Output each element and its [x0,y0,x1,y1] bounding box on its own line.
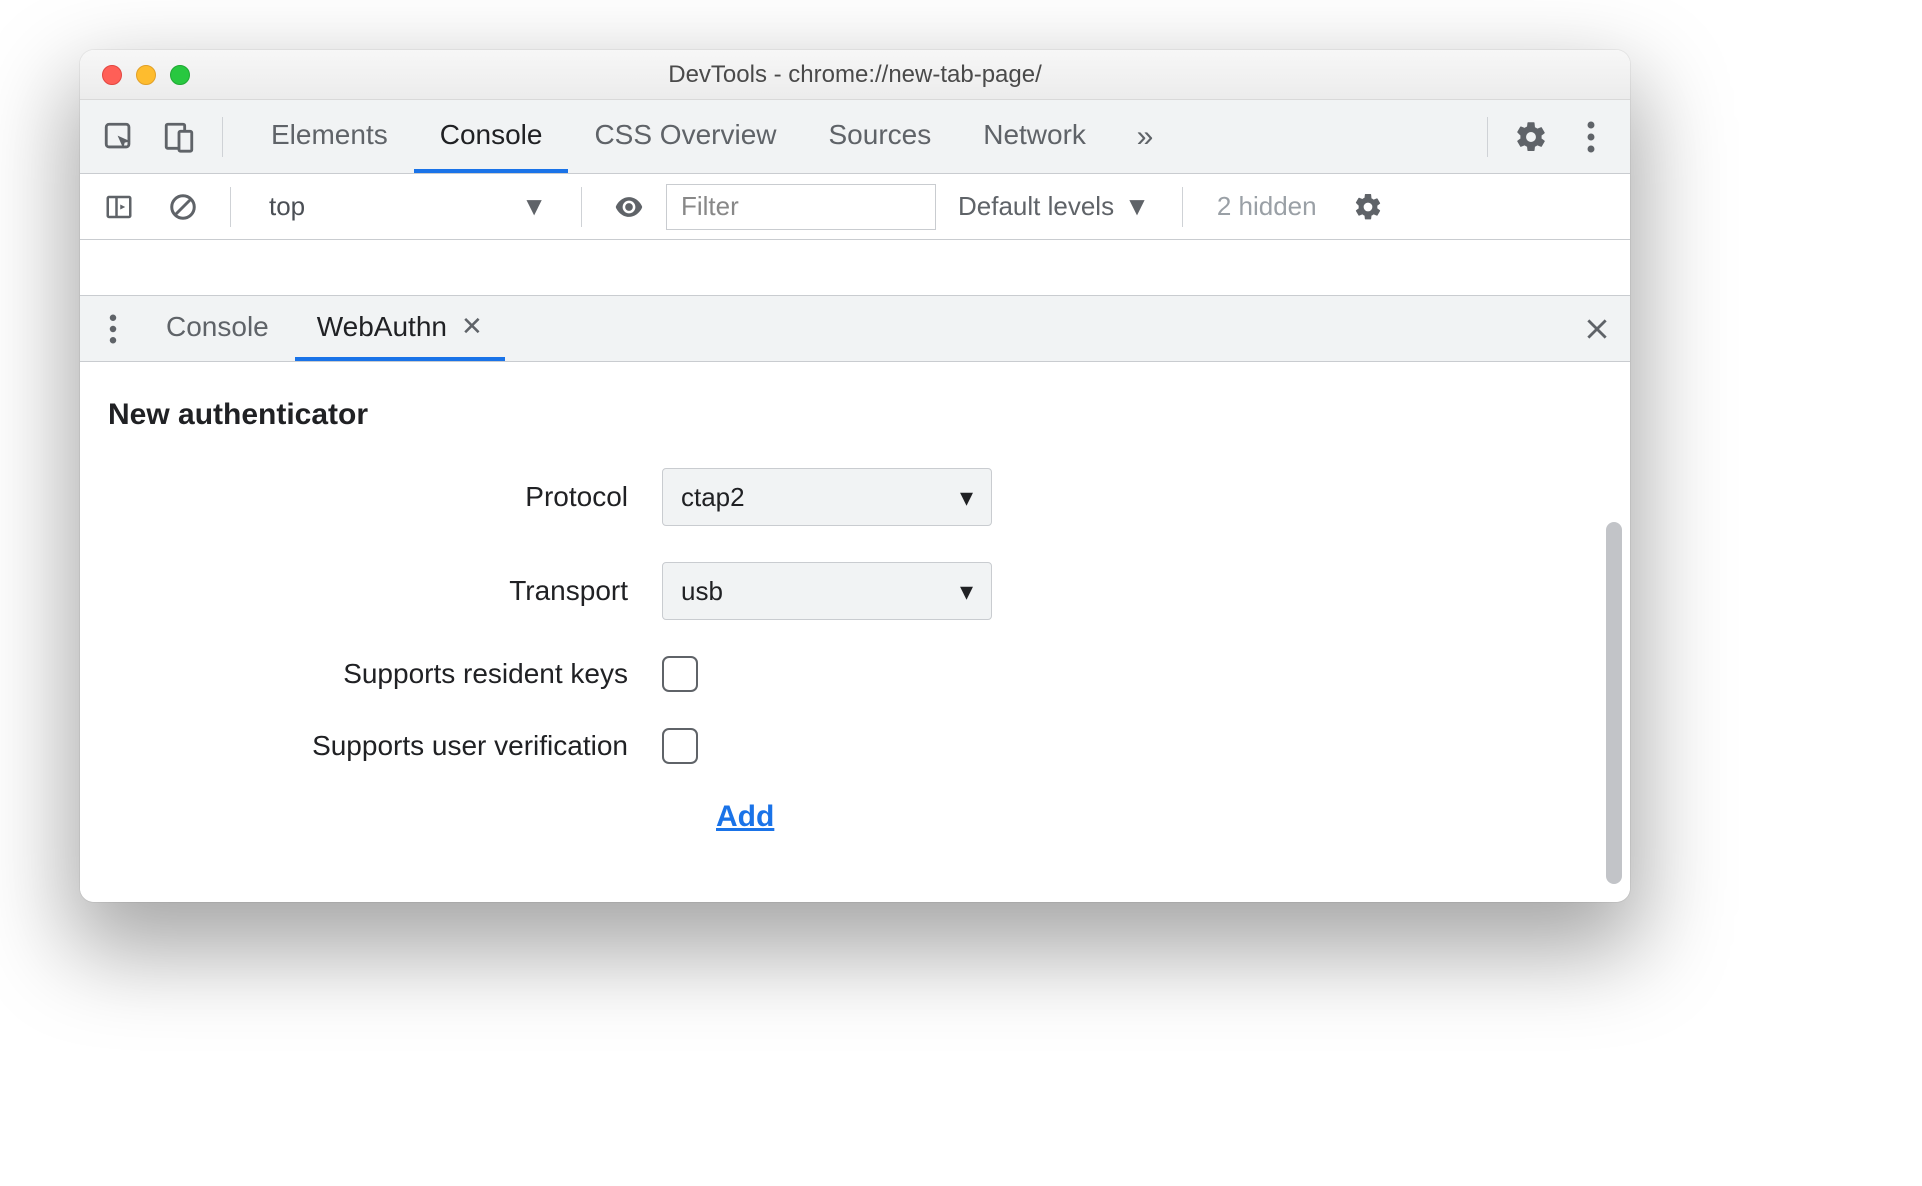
log-levels-label: Default levels [958,191,1114,222]
toolbar-divider [1487,117,1488,157]
devtools-main-toolbar: Elements Console CSS Overview Sources Ne… [80,100,1630,174]
traffic-lights [102,65,190,85]
chevron-down-icon: ▼ [1124,191,1150,222]
vertical-scrollbar[interactable] [1604,362,1624,884]
minimize-window-button[interactable] [136,65,156,85]
zoom-window-button[interactable] [170,65,190,85]
toolbar-divider [230,187,231,227]
drawer-tab-label: WebAuthn [317,311,447,343]
inspect-element-icon[interactable] [92,110,146,164]
console-settings-gear-icon[interactable] [1341,180,1395,234]
resident-keys-label: Supports resident keys [108,658,628,690]
chevron-down-icon: ▼ [521,191,547,222]
toolbar-divider [581,187,582,227]
tab-sources[interactable]: Sources [803,100,958,173]
device-toggle-icon[interactable] [152,110,206,164]
webauthn-panel: New authenticator Protocol ctap2 ▾ Trans… [80,362,1630,902]
user-verification-row: Supports user verification [108,728,1602,764]
close-drawer-icon[interactable] [1570,302,1624,356]
protocol-value: ctap2 [681,482,745,513]
hidden-messages-count[interactable]: 2 hidden [1203,191,1331,222]
drawer-tab-webauthn[interactable]: WebAuthn ✕ [295,296,505,361]
devtools-window: DevTools - chrome://new-tab-page/ Elemen… [80,50,1630,902]
new-authenticator-form: Protocol ctap2 ▾ Transport usb ▾ Support… [108,468,1602,834]
drawer-tabbar: Console WebAuthn ✕ [80,296,1630,362]
execution-context-label: top [269,191,305,222]
toolbar-divider [1182,187,1183,227]
scrollbar-thumb[interactable] [1606,522,1622,884]
transport-select[interactable]: usb ▾ [662,562,992,620]
tab-network[interactable]: Network [957,100,1112,173]
close-tab-icon[interactable]: ✕ [461,311,483,342]
console-sidebar-toggle-icon[interactable] [92,180,146,234]
drawer-tab-console[interactable]: Console [144,296,291,361]
tab-console[interactable]: Console [414,100,569,173]
transport-row: Transport usb ▾ [108,562,1602,620]
titlebar: DevTools - chrome://new-tab-page/ [80,50,1630,100]
console-output-area [80,240,1630,296]
add-row: Add [108,800,1602,834]
main-tabstrip: Elements Console CSS Overview Sources Ne… [245,100,1112,173]
more-tabs-button[interactable]: » [1118,110,1172,164]
console-toolbar: top ▼ Default levels ▼ 2 hidden [80,174,1630,240]
close-window-button[interactable] [102,65,122,85]
add-authenticator-button[interactable]: Add [716,800,774,834]
user-verification-label: Supports user verification [108,730,628,762]
drawer-tab-label: Console [166,311,269,343]
window-title: DevTools - chrome://new-tab-page/ [80,61,1630,89]
user-verification-checkbox[interactable] [662,728,698,764]
section-title: New authenticator [108,398,1602,432]
resident-keys-row: Supports resident keys [108,656,1602,692]
live-expression-icon[interactable] [602,180,656,234]
drawer-kebab-menu-icon[interactable] [86,302,140,356]
clear-console-icon[interactable] [156,180,210,234]
console-filter-input[interactable] [666,184,936,230]
resident-keys-checkbox[interactable] [662,656,698,692]
protocol-label: Protocol [108,481,628,513]
chevron-down-icon: ▾ [960,482,973,513]
kebab-menu-icon[interactable] [1564,110,1618,164]
chevron-down-icon: ▾ [960,576,973,607]
protocol-row: Protocol ctap2 ▾ [108,468,1602,526]
gear-icon[interactable] [1504,110,1558,164]
execution-context-selector[interactable]: top ▼ [251,184,561,230]
tab-css-overview[interactable]: CSS Overview [568,100,802,173]
protocol-select[interactable]: ctap2 ▾ [662,468,992,526]
transport-label: Transport [108,575,628,607]
transport-value: usb [681,576,723,607]
toolbar-divider [222,117,223,157]
log-levels-selector[interactable]: Default levels ▼ [946,191,1162,222]
tab-elements[interactable]: Elements [245,100,414,173]
